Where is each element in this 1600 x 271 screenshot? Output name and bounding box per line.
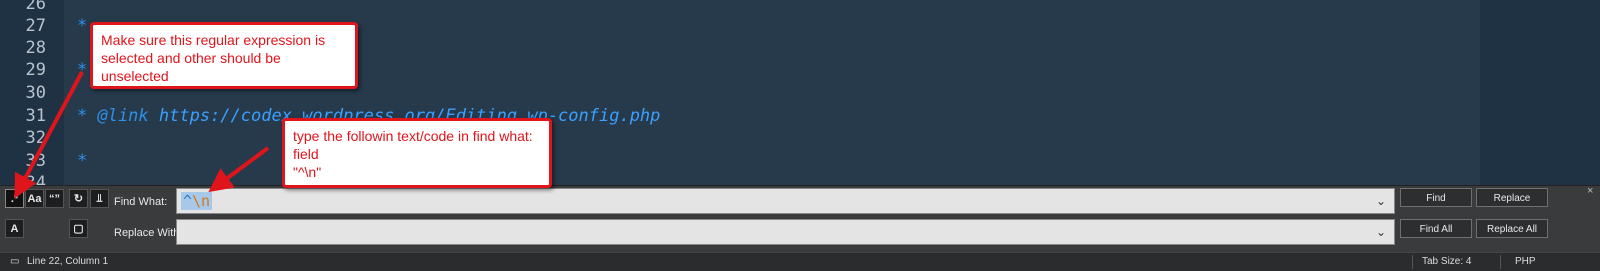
find-what-label: Find What: <box>114 196 168 208</box>
line-number: 33 <box>25 151 46 171</box>
line-number: 26 <box>25 0 46 14</box>
find-replace-panel: .* Aa “” ↻ ⫫ A ▢ Find What: ^\n ⌄ Replac… <box>0 185 1600 253</box>
status-bar: ▭ Line 22, Column 1 Tab Size: 4 PHP <box>0 252 1600 271</box>
code-comment-prefix: * @link <box>77 106 159 126</box>
line-number: 30 <box>25 83 46 103</box>
chevron-down-icon[interactable]: ⌄ <box>1376 225 1386 239</box>
line-number-gutter: 26 27 28 29 30 31 32 33 34 <box>0 0 64 185</box>
tab-size-selector[interactable]: Tab Size: 4 <box>1422 253 1471 271</box>
preserve-case-icon: A <box>10 223 19 235</box>
annotation-callout-find-what: type the followin text/code in find what… <box>282 118 552 188</box>
close-icon[interactable]: × <box>1587 185 1593 197</box>
divider <box>1500 255 1501 269</box>
in-selection-toggle-button[interactable]: ⫫ <box>90 189 109 208</box>
line-number: 34 <box>25 173 46 185</box>
minimap <box>1480 0 1600 185</box>
whole-word-toggle-button[interactable]: “” <box>45 189 64 208</box>
line-number: 27 <box>25 16 46 36</box>
annotation-text: "^\n" <box>293 164 322 180</box>
highlight-matches-toggle-button[interactable]: ▢ <box>69 219 88 238</box>
line-number: 29 <box>25 60 46 80</box>
replace-with-label: Replace With: <box>114 227 183 239</box>
code-line: * <box>77 60 88 80</box>
replace-all-button[interactable]: Replace All <box>1476 219 1548 238</box>
case-sensitive-toggle-button[interactable]: Aa <box>25 189 44 208</box>
highlight-matches-icon: ▢ <box>73 223 84 235</box>
wrap-toggle-button[interactable]: ↻ <box>69 189 88 208</box>
divider <box>1412 255 1413 269</box>
annotation-text: type the followin text/code in find what… <box>293 128 533 162</box>
panel-toggle-icon[interactable]: ▭ <box>10 253 19 271</box>
find-what-input[interactable]: ^\n ⌄ <box>176 188 1395 214</box>
line-number: 28 <box>25 38 46 58</box>
regex-toggle-button[interactable]: .* <box>5 189 24 208</box>
in-selection-icon: ⫫ <box>96 193 103 205</box>
find-what-value: ^\n <box>181 192 213 210</box>
wrap-icon: ↻ <box>73 193 84 205</box>
line-number: 31 <box>25 106 46 126</box>
annotation-callout-regex: Make sure this regular expression is sel… <box>90 22 358 89</box>
code-line: * <box>77 16 88 36</box>
find-button[interactable]: Find <box>1400 188 1472 207</box>
find-all-button[interactable]: Find All <box>1400 219 1472 238</box>
chevron-down-icon[interactable]: ⌄ <box>1376 194 1386 208</box>
code-line: * <box>77 151 88 171</box>
syntax-selector[interactable]: PHP <box>1515 253 1536 271</box>
cursor-position: Line 22, Column 1 <box>27 256 109 267</box>
line-number: 32 <box>25 128 46 148</box>
replace-button[interactable]: Replace <box>1476 188 1548 207</box>
replace-with-input[interactable]: ⌄ <box>176 219 1395 245</box>
preserve-case-toggle-button[interactable]: A <box>5 219 24 238</box>
